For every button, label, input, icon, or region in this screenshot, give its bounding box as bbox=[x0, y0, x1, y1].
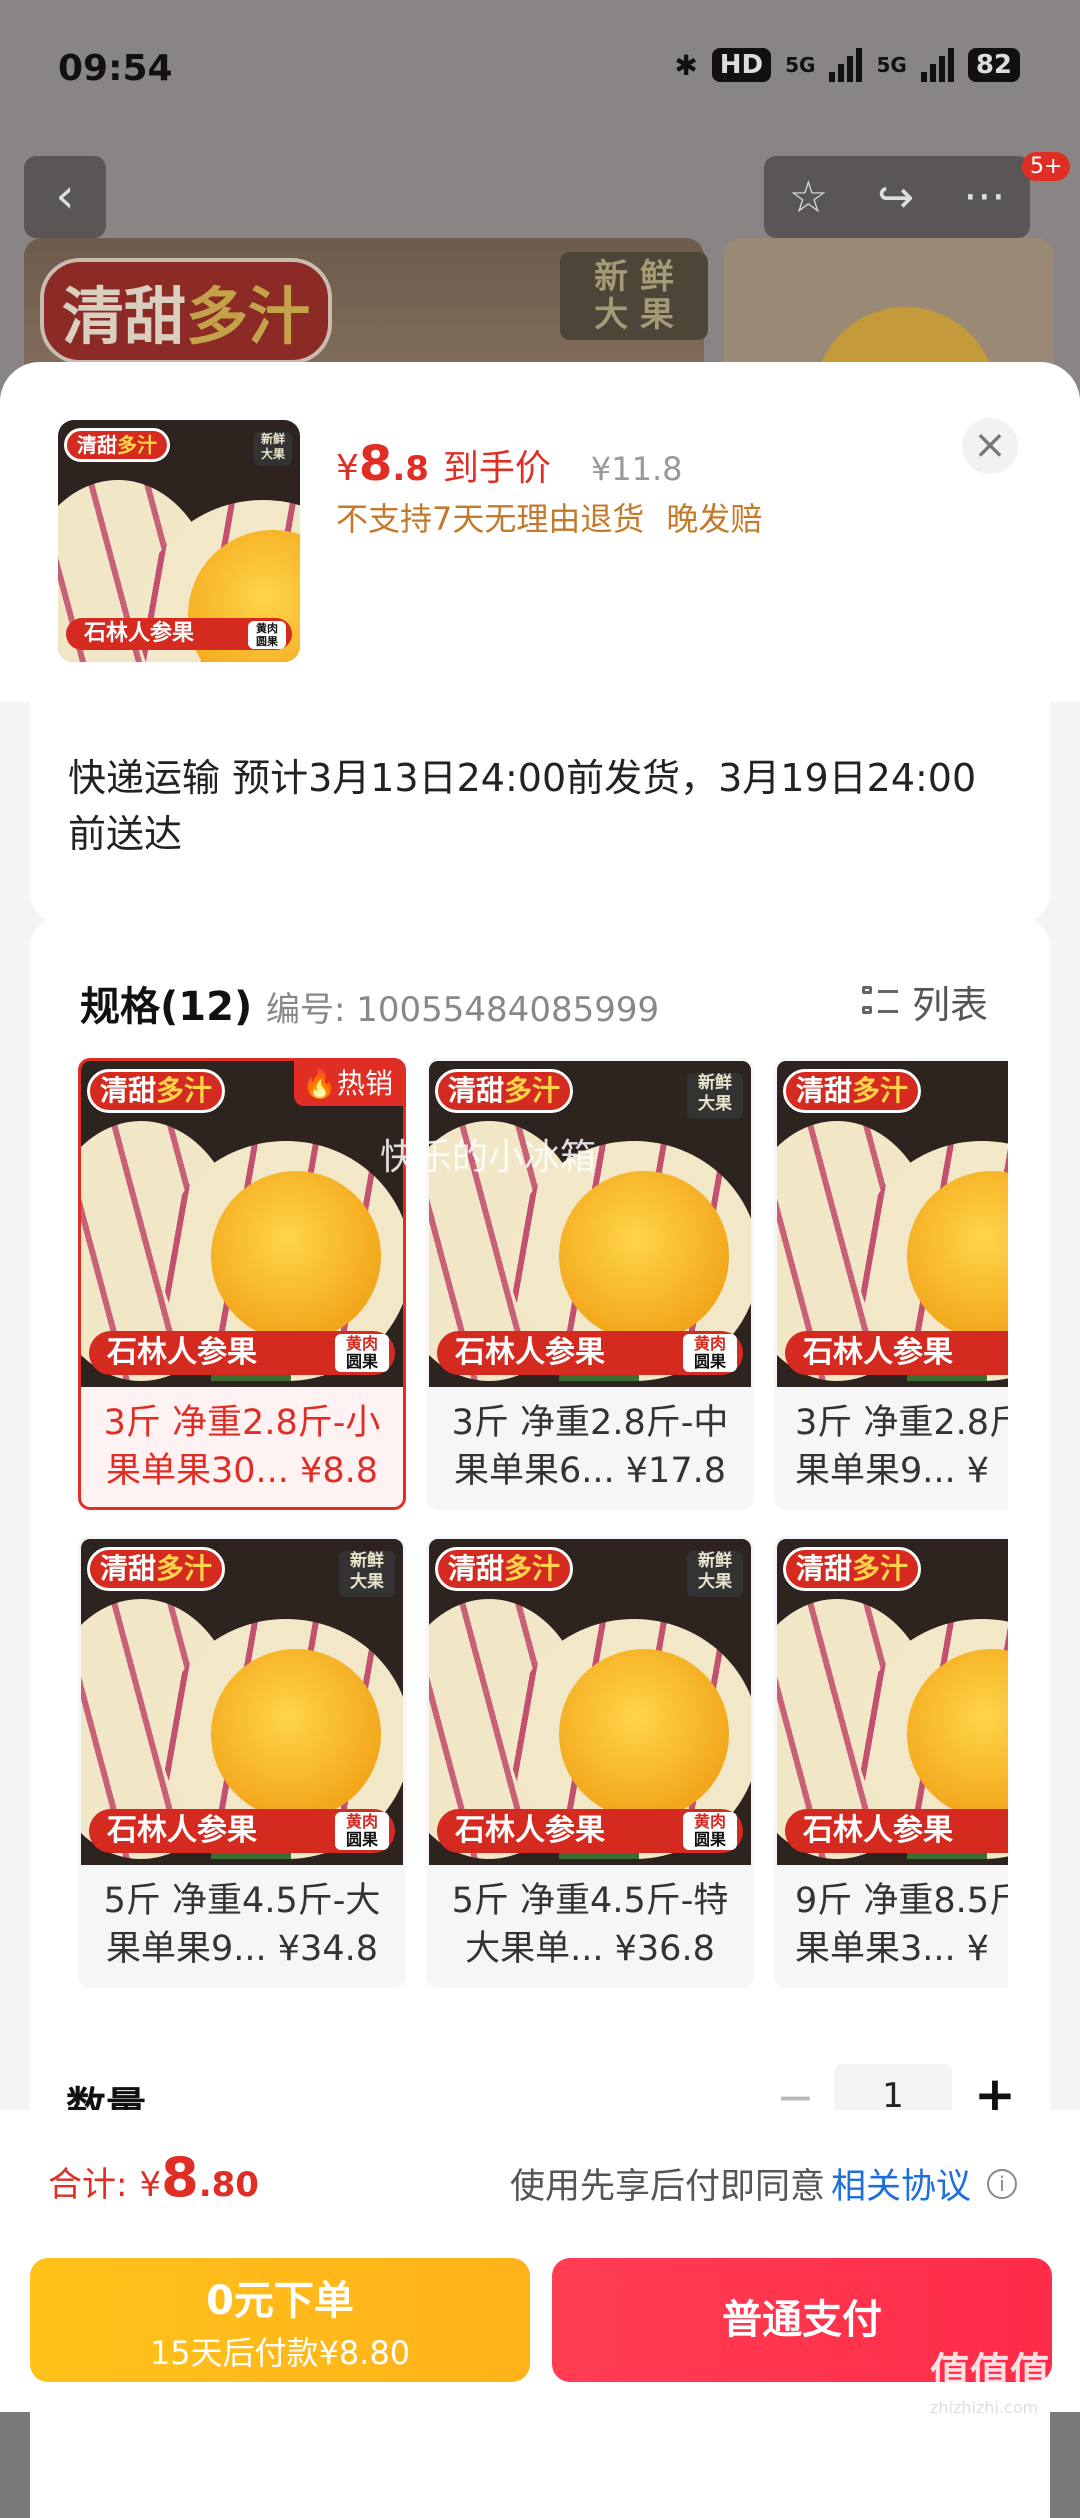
battery-icon: 82 bbox=[967, 48, 1020, 82]
network-label-1: 5G bbox=[785, 53, 816, 77]
total-decimal: .80 bbox=[198, 2165, 259, 2205]
chevron-left-icon: ‹ bbox=[55, 168, 75, 224]
policy-late-compensation: 晚发赔 bbox=[666, 500, 763, 538]
info-icon[interactable]: i bbox=[987, 2168, 1018, 2199]
site-watermark-main: 值值值 bbox=[930, 2350, 1050, 2396]
site-watermark-sub: zhizhizhi.com bbox=[930, 2398, 1039, 2417]
spec-option[interactable]: 清甜多汁 新鲜 大果 石林人参果 黄肉 圆果 5斤 净重4.5斤-特大果单... ¥… bbox=[426, 1536, 754, 1988]
original-price: ¥11.8 bbox=[590, 450, 683, 488]
spec-option[interactable]: 清甜多汁 石林人参果黄肉圆果 9斤 净重8.5斤-大果单果3... ¥ bbox=[774, 1536, 1008, 1988]
list-view-toggle[interactable]: 列表 bbox=[862, 974, 988, 1029]
spec-option-caption: 3斤 净重2.8斤-大果单果9... ¥ bbox=[795, 1403, 1008, 1491]
signal-icon bbox=[829, 48, 863, 82]
signal-icon-2 bbox=[920, 48, 954, 82]
product-image: 清甜多汁 新鲜 大果 石林人参果 黄肉 圆果 bbox=[58, 420, 300, 662]
status-bar: 09:54 ✱ HD 5G 5G 82 bbox=[0, 0, 1080, 140]
price-integer: 8 bbox=[358, 436, 393, 492]
site-watermark: 值值值 zhizhizhi.com bbox=[930, 2340, 1050, 2417]
spec-option[interactable]: 清甜多汁 石林人参果黄肉圆果 3斤 净重2.8斤-大果单果9... ¥ bbox=[774, 1058, 1008, 1510]
image-badge: 新鲜 大果 bbox=[254, 432, 292, 466]
banner-tag-a: 清甜 bbox=[62, 280, 187, 353]
agreement-link[interactable]: 相关协议 bbox=[831, 2158, 971, 2209]
agreement-line: 使用先享后付即同意 相关协议 i bbox=[510, 2158, 1018, 2209]
spec-option[interactable]: 清甜多汁 石林人参果 黄肉 圆果 🔥热销 3斤 净重2.8斤-小果单果30... ¥… bbox=[78, 1058, 406, 1510]
list-view-label: 列表 bbox=[912, 983, 989, 1027]
price-currency: ¥ bbox=[336, 448, 359, 489]
hot-sale-badge: 🔥热销 bbox=[294, 1061, 403, 1106]
bluetooth-icon: ✱ bbox=[674, 48, 698, 82]
spec-option-image: 清甜多汁 新鲜 大果 石林人参果 黄肉 圆果 bbox=[429, 1539, 751, 1865]
hd-icon: HD bbox=[711, 48, 772, 82]
total-currency: ¥ bbox=[139, 2165, 162, 2205]
spec-option-caption: 5斤 净重4.5斤-特大果单... ¥36.8 bbox=[451, 1881, 729, 1969]
close-icon: × bbox=[973, 422, 1007, 468]
total-price: 合计: ¥ 8 .80 bbox=[48, 2146, 259, 2209]
spec-option-image: 清甜多汁 石林人参果黄肉圆果 bbox=[777, 1539, 1008, 1865]
spec-option-image: 清甜多汁 新鲜 大果 石林人参果 黄肉 圆果 bbox=[429, 1061, 751, 1387]
agreement-text: 使用先享后付即同意 bbox=[510, 2167, 826, 2207]
image-tag: 清甜多汁 bbox=[64, 428, 170, 462]
user-watermark: 快乐的小冰箱 bbox=[380, 1137, 597, 1178]
banner-tag: 清甜多汁 bbox=[40, 258, 333, 364]
policy-no-return: 不支持7天无理由退货 bbox=[336, 500, 645, 538]
list-icon bbox=[862, 984, 898, 1020]
total-integer: 8 bbox=[161, 2146, 199, 2209]
spec-title: 规格(12) bbox=[80, 984, 253, 1030]
spec-option[interactable]: 清甜多汁 新鲜 大果 石林人参果 黄肉 圆果 3斤 净重2.8斤-中果单果6... … bbox=[426, 1058, 754, 1510]
product-thumbnail[interactable]: 清甜多汁 新鲜 大果 石林人参果 黄肉 圆果 bbox=[58, 420, 300, 662]
spec-grid: 清甜多汁 石林人参果 黄肉 圆果 🔥热销 3斤 净重2.8斤-小果单果30... ¥… bbox=[78, 1058, 1008, 1988]
banner-badge: 新 鲜 大 果 bbox=[560, 252, 708, 340]
spec-option-image: 清甜多汁 石林人参果黄肉圆果 bbox=[81, 1061, 403, 1387]
price-decimal: .8 bbox=[392, 449, 429, 489]
spec-option-caption: 5斤 净重4.5斤-大果单果9... ¥34.8 bbox=[103, 1881, 381, 1969]
status-icons: ✱ HD 5G 5G 82 bbox=[674, 48, 1020, 82]
image-name-band: 石林人参果 黄肉 圆果 bbox=[66, 618, 292, 650]
spec-option-image: 清甜多汁 新鲜 大果 石林人参果 黄肉 圆果 bbox=[81, 1539, 403, 1865]
spec-code: 编号: 10055484085999 bbox=[266, 990, 660, 1030]
network-label-2: 5G bbox=[876, 53, 907, 77]
checkout-footer: 合计: ¥ 8 .80 使用先享后付即同意 相关协议 i 0元下单 15天后付款… bbox=[0, 2110, 1080, 2412]
favorite-star-icon[interactable]: ☆ bbox=[789, 172, 828, 223]
top-actions: ☆ ↪ ··· bbox=[764, 156, 1030, 238]
close-button[interactable]: × bbox=[962, 418, 1018, 474]
shipping-info: 快递运输 预计3月13日24:00前发货，3月19日24:00前送达 bbox=[30, 698, 1050, 922]
spec-option-image: 清甜多汁 石林人参果黄肉圆果 bbox=[777, 1061, 1008, 1387]
pay-later-subtitle: 15天后付款¥8.80 bbox=[149, 2334, 411, 2372]
share-icon[interactable]: ↪ bbox=[877, 172, 914, 223]
spec-option-caption: 9斤 净重8.5斤-大果单果3... ¥ bbox=[795, 1881, 1008, 1969]
price-note: 到手价 bbox=[442, 448, 551, 489]
sheet-header: 清甜多汁 新鲜 大果 石林人参果 黄肉 圆果 ¥8.8 到手价 ¥11.8 不支持7天… bbox=[0, 362, 1080, 702]
notification-badge: 5+ bbox=[1022, 152, 1071, 181]
total-label: 合计: bbox=[48, 2165, 128, 2205]
status-time: 09:54 bbox=[58, 48, 173, 89]
spec-option-caption: 3斤 净重2.8斤-小果单果30... ¥8.8 bbox=[103, 1403, 381, 1491]
price-line: ¥8.8 到手价 ¥11.8 bbox=[336, 436, 683, 492]
pay-later-button[interactable]: 0元下单 15天后付款¥8.80 bbox=[30, 2258, 530, 2382]
back-button[interactable]: ‹ bbox=[24, 156, 106, 238]
pay-later-title: 0元下单 bbox=[206, 2278, 354, 2324]
spec-option[interactable]: 清甜多汁 新鲜 大果 石林人参果 黄肉 圆果 5斤 净重4.5斤-大果单果9... … bbox=[78, 1536, 406, 1988]
banner-tag-b: 多汁 bbox=[186, 280, 311, 353]
more-icon[interactable]: ··· bbox=[963, 172, 1005, 223]
policy-line: 不支持7天无理由退货 晚发赔 bbox=[336, 494, 762, 540]
flame-icon: 🔥 bbox=[302, 1067, 337, 1100]
spec-option-caption: 3斤 净重2.8斤-中果单果6... ¥17.8 bbox=[451, 1403, 729, 1491]
